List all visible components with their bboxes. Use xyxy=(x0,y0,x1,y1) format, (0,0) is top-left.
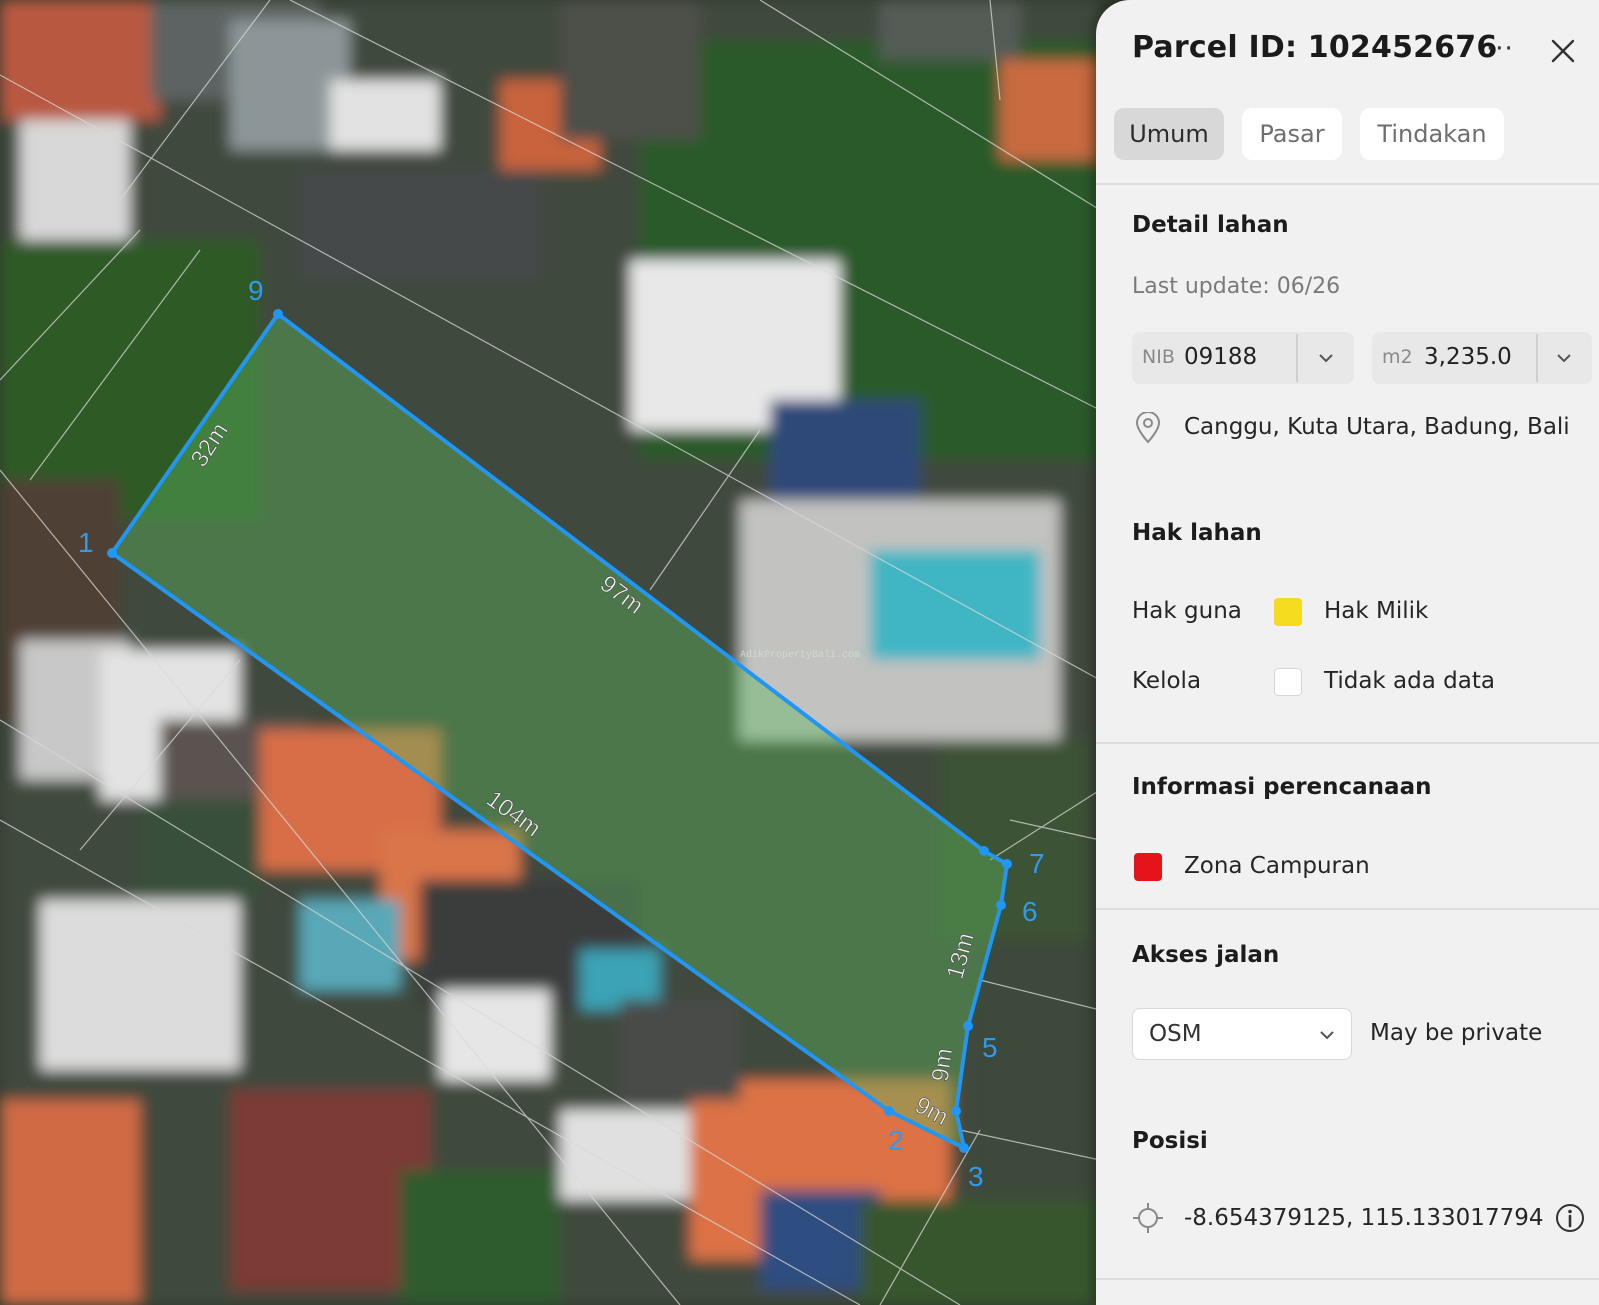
tab-umum[interactable]: Umum xyxy=(1114,108,1224,160)
vertex-label-3: 3 xyxy=(968,1161,984,1192)
hak-milik-swatch xyxy=(1274,598,1302,626)
nib-field[interactable]: NIB 09188 xyxy=(1132,332,1354,384)
coordinates-text: -8.654379125, 115.133017794 xyxy=(1184,1205,1544,1231)
more-options-button[interactable]: ··· xyxy=(1486,34,1514,64)
chevron-down-icon xyxy=(1320,1031,1334,1040)
nib-label: NIB xyxy=(1142,346,1175,368)
rights-heading: Hak lahan xyxy=(1132,520,1262,546)
panel-title: Parcel ID: 102452676 xyxy=(1132,30,1498,65)
info-icon[interactable] xyxy=(1554,1202,1586,1234)
planning-heading: Informasi perencanaan xyxy=(1132,774,1432,800)
nib-value: 09188 xyxy=(1184,344,1258,370)
no-data-swatch xyxy=(1274,668,1302,696)
zone-text: Zona Campuran xyxy=(1184,853,1370,879)
hak-guna-label: Hak guna xyxy=(1132,598,1242,624)
kelola-value: Tidak ada data xyxy=(1324,668,1495,694)
hak-guna-value: Hak Milik xyxy=(1324,598,1429,624)
vertex-label-7: 7 xyxy=(1029,848,1045,879)
location-text: Canggu, Kuta Utara, Badung, Bali xyxy=(1184,414,1570,440)
location-pin-icon xyxy=(1135,412,1161,444)
position-heading: Posisi xyxy=(1132,1128,1208,1154)
vertex-label-2: 2 xyxy=(888,1125,904,1156)
tab-pasar[interactable]: Pasar xyxy=(1242,108,1342,160)
road-source-value: OSM xyxy=(1149,1021,1202,1047)
vertex-label-6: 6 xyxy=(1022,896,1038,927)
tab-tindakan[interactable]: Tindakan xyxy=(1360,108,1504,160)
vertex-label-1: 1 xyxy=(78,527,94,558)
road-source-select[interactable]: OSM xyxy=(1132,1008,1352,1060)
zone-swatch xyxy=(1134,853,1162,881)
area-unit-label: m2 xyxy=(1382,346,1413,368)
parcel-info-panel: Parcel ID: 102452676 ··· Umum Pasar Tind… xyxy=(1096,0,1599,1305)
chevron-down-icon[interactable] xyxy=(1556,353,1572,363)
chevron-down-icon[interactable] xyxy=(1318,353,1334,363)
vertex-label-9: 9 xyxy=(248,275,264,306)
vertex-label-5: 5 xyxy=(982,1032,998,1063)
area-field[interactable]: m2 3,235.0 xyxy=(1372,332,1592,384)
map-watermark: AdikPropertyBali.com xyxy=(740,649,860,661)
detail-heading: Detail lahan xyxy=(1132,212,1289,238)
last-update: Last update: 06/26 xyxy=(1132,274,1341,299)
edge-label-9m-a: 9m xyxy=(927,1047,958,1084)
close-icon[interactable] xyxy=(1548,36,1578,66)
kelola-label: Kelola xyxy=(1132,668,1202,694)
road-heading: Akses jalan xyxy=(1132,942,1280,968)
divider xyxy=(1096,183,1599,185)
road-note: May be private xyxy=(1370,1020,1543,1046)
crosshair-icon xyxy=(1133,1203,1163,1233)
area-value: 3,235.0 xyxy=(1424,344,1512,370)
